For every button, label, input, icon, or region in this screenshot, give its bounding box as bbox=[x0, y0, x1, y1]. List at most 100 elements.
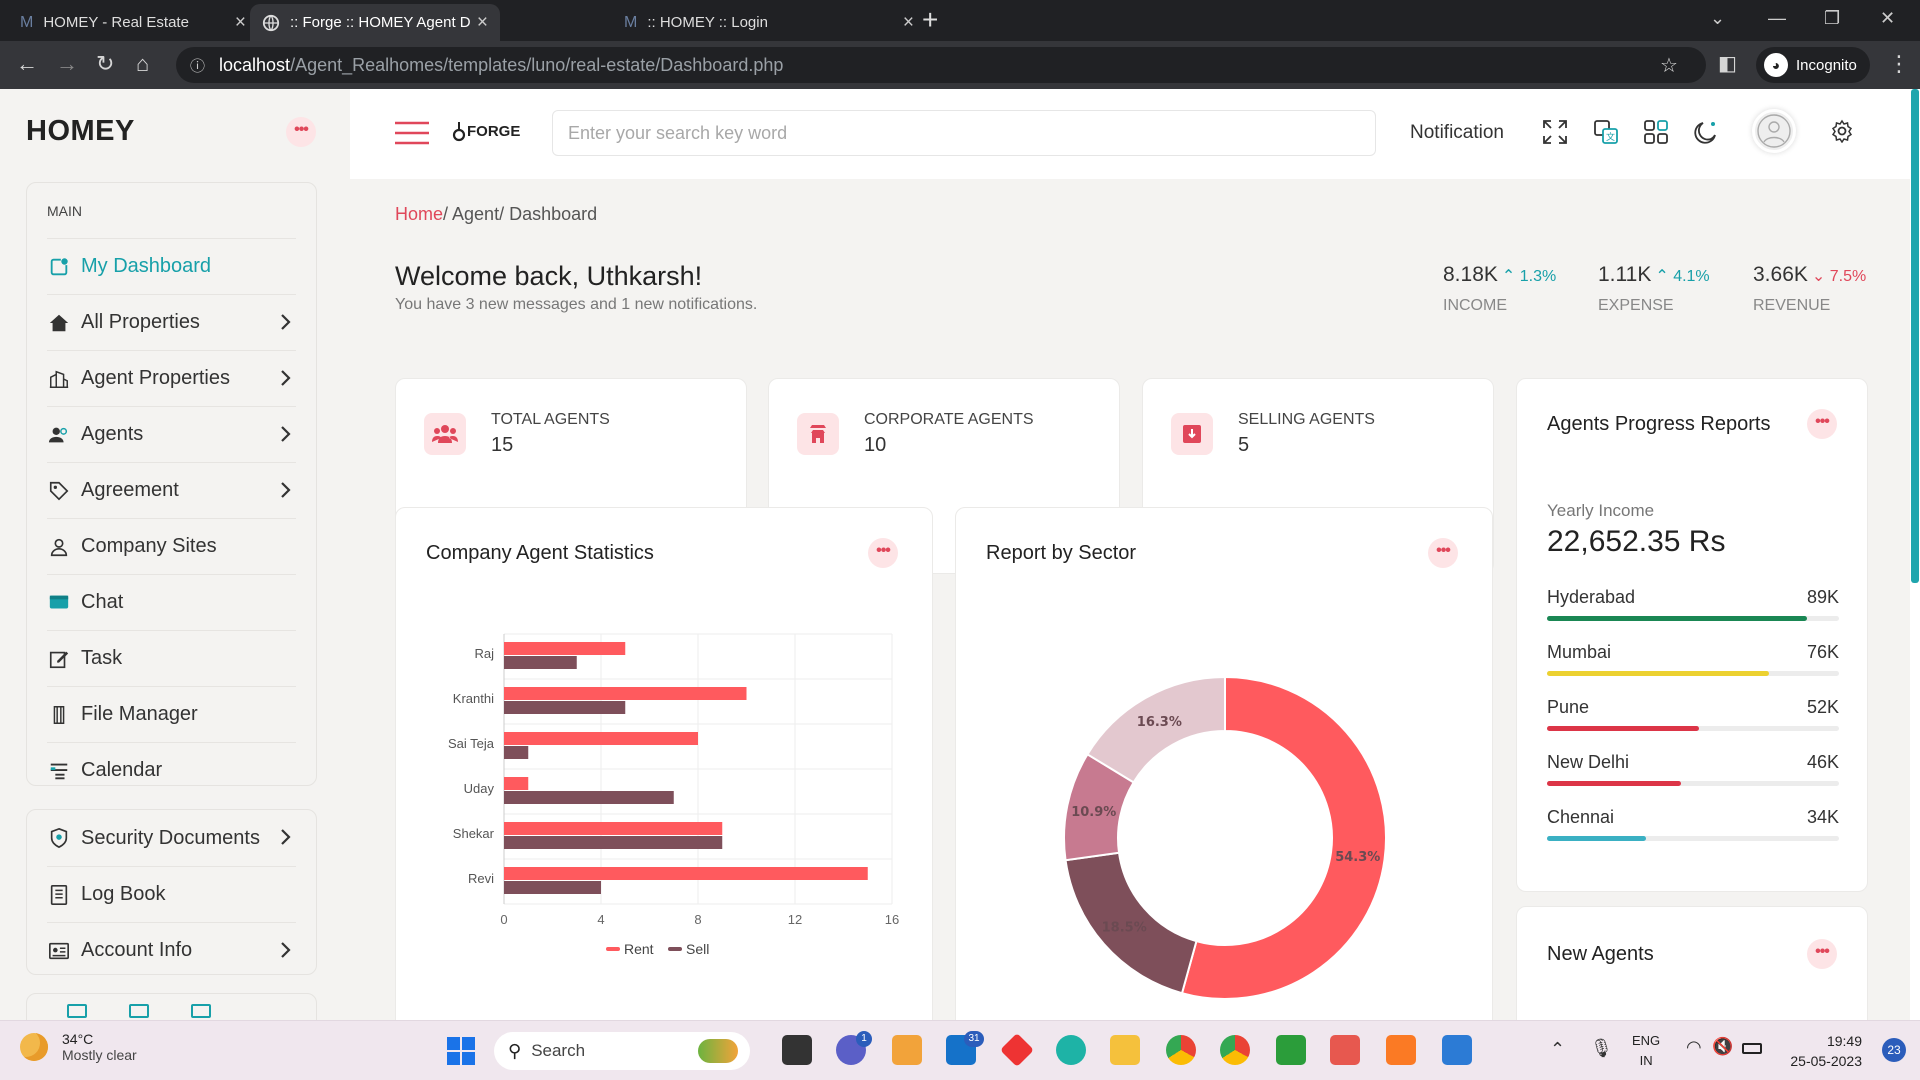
sidebar-item-task[interactable]: Task bbox=[47, 630, 296, 686]
app-installer-icon[interactable] bbox=[1276, 1035, 1306, 1065]
paint-icon[interactable] bbox=[1442, 1035, 1472, 1065]
url-field[interactable]: ⓘ localhost/Agent_Realhomes/templates/lu… bbox=[176, 47, 1706, 83]
sidebar-item-my-dashboard[interactable]: My Dashboard bbox=[47, 238, 296, 294]
bar-rent bbox=[504, 867, 868, 880]
card-more-button[interactable]: ••• bbox=[1807, 409, 1837, 439]
taskbar-search[interactable]: ⚲ Search bbox=[494, 1032, 750, 1070]
language-indicator[interactable]: ENG IN bbox=[1632, 1031, 1660, 1071]
page-title: Welcome back, Uthkarsh! bbox=[395, 261, 703, 291]
dark-mode-moon-icon[interactable] bbox=[1693, 119, 1721, 147]
browser-tab-active[interactable]: :: Forge :: HOMEY Agent Dashboard × bbox=[250, 4, 500, 41]
filezilla-icon[interactable] bbox=[1330, 1035, 1360, 1065]
x-tick-label: 16 bbox=[885, 912, 899, 927]
close-tab-icon[interactable]: × bbox=[903, 13, 914, 32]
menu-section-label: MAIN bbox=[47, 203, 82, 219]
progress-fill bbox=[1547, 836, 1647, 841]
battery-icon[interactable] bbox=[1742, 1043, 1762, 1054]
brand-logo[interactable]: HOMEY bbox=[26, 115, 135, 148]
reload-icon[interactable]: ↻ bbox=[96, 51, 114, 77]
bookmark-star-icon[interactable]: ☆ bbox=[1660, 53, 1678, 78]
sublime-text-icon[interactable] bbox=[892, 1035, 922, 1065]
system-clock[interactable]: 19:49 25-05-2023 bbox=[1790, 1031, 1862, 1071]
footer-icon[interactable] bbox=[67, 1004, 87, 1018]
svg-text:文: 文 bbox=[1606, 131, 1615, 143]
file-explorer-icon[interactable] bbox=[1110, 1035, 1140, 1065]
card-more-button[interactable]: ••• bbox=[1807, 939, 1837, 969]
apps-grid-icon[interactable] bbox=[1643, 119, 1671, 147]
microphone-icon[interactable]: 🎙 bbox=[1590, 1038, 1613, 1059]
hamburger-menu-icon[interactable] bbox=[395, 121, 429, 145]
home-icon[interactable]: ⌂ bbox=[136, 51, 149, 77]
site-info-icon[interactable]: ⓘ bbox=[190, 55, 205, 76]
maximize-icon[interactable]: ❐ bbox=[1824, 8, 1840, 29]
id-card-icon bbox=[47, 939, 71, 963]
forge-logo[interactable]: FORGE bbox=[452, 120, 520, 142]
windows-start-icon[interactable] bbox=[446, 1036, 476, 1066]
sidepanel-icon[interactable]: ◧ bbox=[1718, 51, 1737, 76]
incognito-badge[interactable]: ◕ Incognito bbox=[1756, 47, 1870, 83]
wifi-icon[interactable]: ◠ bbox=[1686, 1037, 1702, 1058]
sidebar-item-chat[interactable]: Chat bbox=[47, 574, 296, 630]
forward-icon[interactable]: → bbox=[56, 51, 78, 77]
close-tab-icon[interactable]: × bbox=[235, 13, 246, 32]
weather-temp: 34°C bbox=[62, 1031, 94, 1047]
anydesk-icon[interactable] bbox=[1000, 1033, 1034, 1067]
weather-widget[interactable]: 34°C Mostly clear bbox=[20, 1031, 137, 1063]
translate-icon[interactable]: 文 bbox=[1593, 119, 1621, 147]
sidebar-item-agent-properties[interactable]: Agent Properties bbox=[47, 350, 296, 406]
page-scrollbar-thumb[interactable] bbox=[1911, 89, 1919, 583]
sidebar-item-file-manager[interactable]: File Manager bbox=[47, 686, 296, 742]
minimize-icon[interactable]: — bbox=[1768, 8, 1786, 29]
browser-tab[interactable]: M HOMEY - Real Estate × bbox=[8, 4, 258, 41]
sidebar-item-agents[interactable]: Agents bbox=[47, 406, 296, 462]
x-tick-label: 0 bbox=[500, 912, 507, 927]
notification-count-badge[interactable]: 23 bbox=[1882, 1038, 1906, 1062]
close-window-icon[interactable]: ✕ bbox=[1880, 8, 1895, 29]
browser-tab[interactable]: M :: HOMEY :: Login × bbox=[612, 4, 914, 41]
sidebar-item-all-properties[interactable]: All Properties bbox=[47, 294, 296, 350]
sidebar-item-label: Task bbox=[81, 647, 123, 669]
language-code: ENG bbox=[1632, 1033, 1661, 1048]
speaker-muted-icon[interactable]: 🔇 bbox=[1712, 1037, 1733, 1057]
sidebar-item-calendar[interactable]: Calendar bbox=[47, 742, 296, 798]
sidebar-item-account-info[interactable]: Account Info bbox=[47, 922, 296, 978]
fullscreen-icon[interactable] bbox=[1542, 119, 1570, 147]
sidebar-more-button[interactable]: ••• bbox=[286, 117, 316, 147]
close-tab-icon[interactable]: × bbox=[477, 13, 488, 32]
legend-label: Sell bbox=[686, 941, 709, 957]
kpi-label: REVENUE bbox=[1753, 297, 1831, 314]
footer-icon[interactable] bbox=[191, 1004, 211, 1018]
breadcrumb-agent[interactable]: / Agent bbox=[443, 204, 499, 224]
chrome-icon[interactable] bbox=[1166, 1035, 1196, 1065]
task-view-icon[interactable] bbox=[782, 1035, 812, 1065]
moon-weather-icon bbox=[20, 1033, 48, 1061]
footer-icon[interactable] bbox=[129, 1004, 149, 1018]
progress-fill bbox=[1547, 616, 1807, 621]
tray-overflow-icon[interactable]: ⌃ bbox=[1550, 1039, 1565, 1060]
sidebar-item-company-sites[interactable]: Company Sites bbox=[47, 518, 296, 574]
tab-search-icon[interactable]: ⌄ bbox=[1710, 8, 1725, 29]
sidebar-item-agreement[interactable]: Agreement bbox=[47, 462, 296, 518]
settings-gear-icon[interactable] bbox=[1830, 119, 1858, 147]
chevron-right-icon bbox=[280, 369, 292, 387]
edge-browser-icon[interactable] bbox=[1056, 1035, 1086, 1065]
avatar[interactable] bbox=[1752, 109, 1796, 153]
card-more-button[interactable]: ••• bbox=[1428, 538, 1458, 568]
chrome-incognito-icon[interactable] bbox=[1220, 1035, 1250, 1065]
card-title: New Agents bbox=[1547, 943, 1654, 965]
card-more-button[interactable]: ••• bbox=[868, 538, 898, 568]
new-tab-button[interactable]: + bbox=[922, 6, 938, 34]
search-input[interactable] bbox=[552, 110, 1376, 156]
slice-label: 10.9% bbox=[1071, 805, 1116, 820]
kpi-value: 3.66K bbox=[1753, 263, 1808, 286]
sidebar-item-security-documents[interactable]: Security Documents bbox=[47, 810, 296, 866]
xampp-icon[interactable] bbox=[1386, 1035, 1416, 1065]
sidebar-item-label: Chat bbox=[81, 591, 124, 613]
breadcrumb-home[interactable]: Home bbox=[395, 204, 443, 224]
notification-link[interactable]: Notification bbox=[1410, 122, 1504, 144]
back-icon[interactable]: ← bbox=[16, 51, 38, 77]
progress-track bbox=[1547, 836, 1839, 841]
clock-time: 19:49 bbox=[1826, 1033, 1862, 1049]
sidebar-item-log-book[interactable]: Log Book bbox=[47, 866, 296, 922]
browser-menu-icon[interactable]: ⋮ bbox=[1888, 51, 1910, 77]
